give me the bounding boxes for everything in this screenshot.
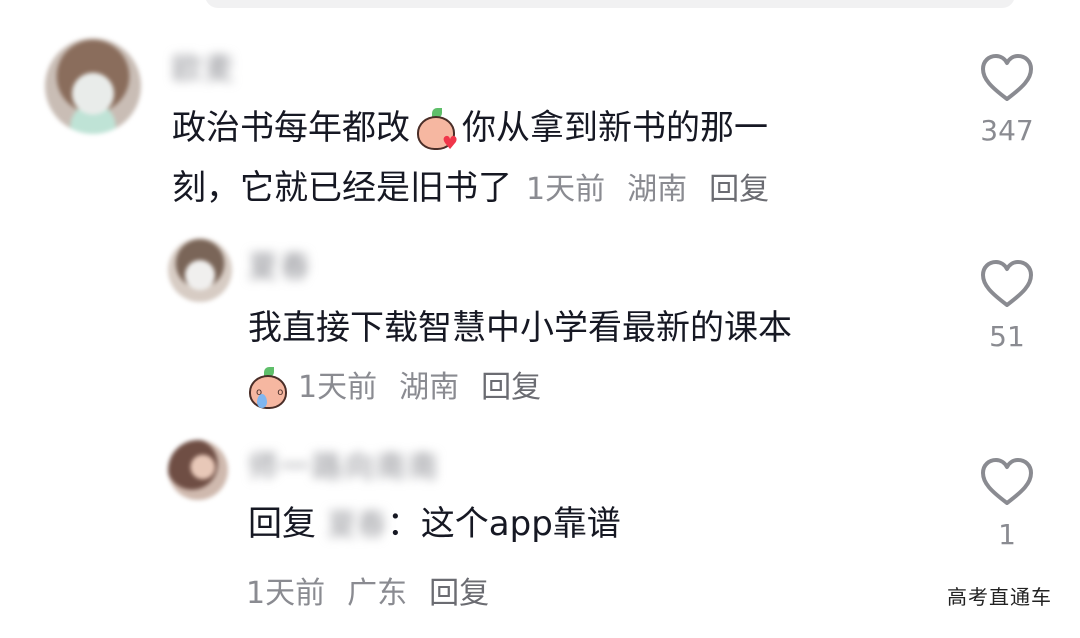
reply-prefix: 回复 [248,504,316,544]
like-button[interactable]: 51 [972,258,1042,353]
like-button[interactable]: 1 [972,456,1042,551]
watermark: 高考直通车 [947,585,1052,609]
comment-meta: o o 1天前 湖南 回复 [246,362,541,411]
blush-heart-emoji-icon: ♥ [414,107,458,152]
comment-text-part: 刻，它就已经是旧书了 [172,168,512,208]
comment-location: 湖南 [399,370,460,405]
comment-text-part: 你从拿到新书的那一 [462,108,768,148]
comment-text: 政治书每年都改 ♥ 你从拿到新书的那一 [172,98,768,158]
like-count: 347 [980,114,1034,147]
username[interactable]: 夏春 [248,242,312,286]
heart-icon[interactable] [979,52,1035,104]
heart-icon[interactable] [979,258,1035,310]
avatar[interactable] [168,440,228,500]
reply-button[interactable]: 回复 [481,370,541,405]
reply-button[interactable]: 回复 [709,172,769,207]
comment-time: 1天前 [526,172,606,207]
comment-text: 我直接下载智慧中小学看最新的课本 [248,308,792,348]
avatar[interactable] [168,238,232,302]
comment-text-part: 政治书每年都改 [172,108,410,148]
comment-location: 广东 [347,576,408,611]
sweat-smile-emoji-icon: o o [246,366,290,411]
comment-location: 湖南 [627,172,688,207]
like-count: 51 [989,320,1025,353]
comment-text: 回复 夏春：这个app靠谱 [248,494,621,556]
heart-icon[interactable] [979,456,1035,508]
username[interactable]: 欧麦 [172,44,236,88]
comment-time: 1天前 [246,576,326,611]
comment-text-part: ：这个app靠谱 [386,504,621,544]
comment-meta: 1天前 湖南 回复 [526,172,769,207]
avatar[interactable] [45,38,141,134]
top-bar-remnant [205,0,1015,8]
reply-button[interactable]: 回复 [429,576,489,611]
comment-text-line2: 刻，它就已经是旧书了 1天前 湖南 回复 [172,158,769,220]
like-count: 1 [998,518,1016,551]
comment-meta: 1天前 广东 回复 [246,568,489,612]
like-button[interactable]: 347 [972,52,1042,147]
reply-to-username[interactable]: 夏春 [327,496,387,556]
username[interactable]: 师一路向南南 [248,442,440,486]
comment-time: 1天前 [298,370,378,405]
